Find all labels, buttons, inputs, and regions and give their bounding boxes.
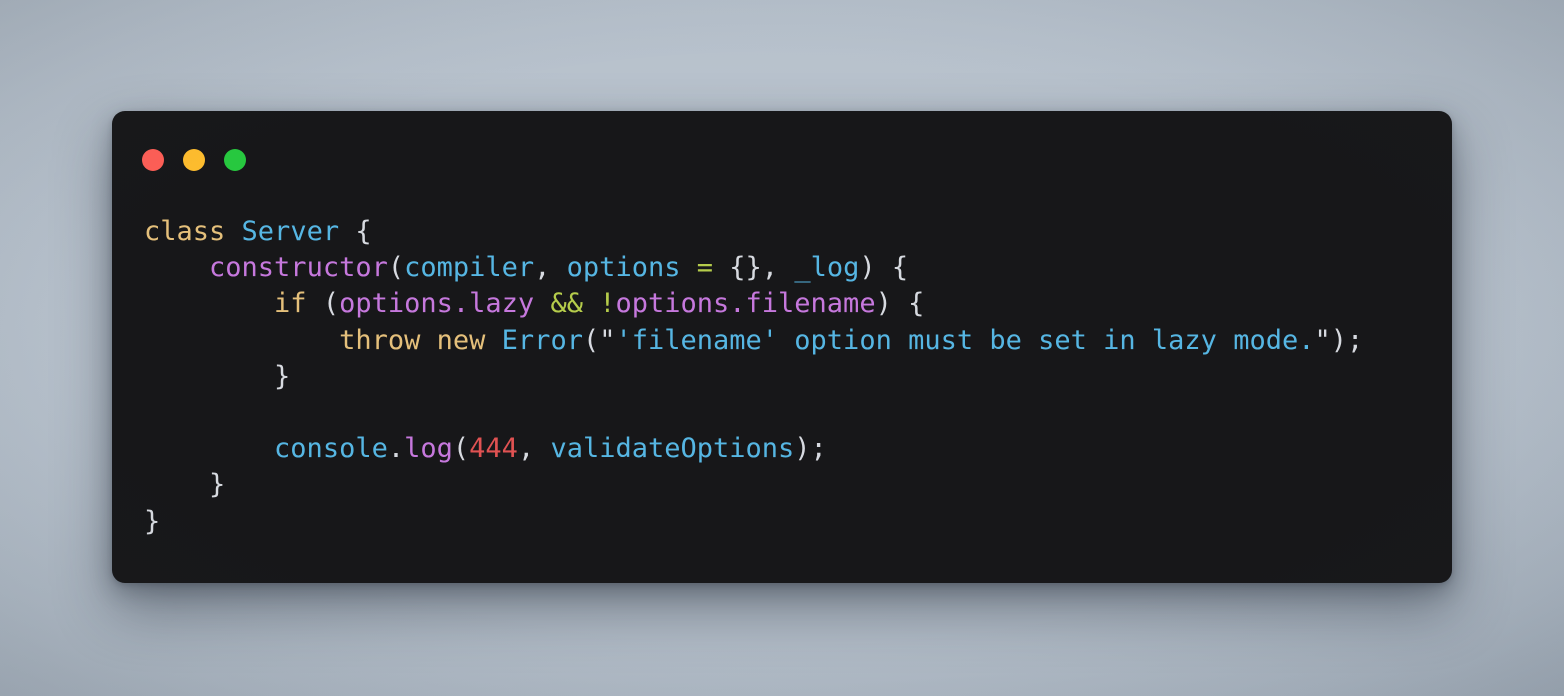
code-token: log — [404, 433, 453, 465]
code-line: constructor(compiler, options = {}, _log… — [144, 250, 1452, 286]
code-token: = — [696, 252, 713, 284]
code-token: , — [534, 252, 567, 284]
code-token: ! — [599, 288, 616, 320]
code-token: options — [566, 252, 681, 284]
code-token: validateOptions — [550, 433, 795, 465]
code-token: Error — [501, 324, 583, 356]
code-token: options.lazy — [339, 288, 535, 320]
code-line: } — [144, 467, 1452, 503]
code-token: && — [550, 288, 583, 320]
code-token: 'filename' option must be set in lazy mo… — [615, 324, 1315, 356]
code-token: , — [517, 433, 551, 465]
minimize-button-icon[interactable] — [183, 149, 205, 171]
code-token: ) — [859, 252, 876, 284]
code-token: " — [599, 324, 616, 356]
code-line: console.log(444, validateOptions); — [144, 431, 1452, 467]
window-titlebar[interactable] — [112, 111, 1452, 199]
screenshot-canvas: class Server { constructor(compiler, opt… — [0, 0, 1564, 696]
code-line: if (options.lazy && !options.filename) { — [144, 286, 1452, 322]
code-token: } — [144, 505, 161, 537]
traffic-light-buttons — [142, 149, 246, 171]
code-token: } — [209, 469, 226, 501]
code-token: if — [274, 288, 307, 320]
code-token: _log — [794, 252, 860, 284]
code-token: ) — [875, 288, 892, 320]
code-line: throw new Error("'filename' option must … — [144, 323, 1452, 359]
code-token: class — [144, 216, 226, 247]
code-token: Server — [241, 216, 340, 247]
code-token: ( — [582, 324, 600, 356]
code-token: ( — [387, 252, 405, 284]
code-token: ( — [452, 433, 470, 465]
code-token: ( — [322, 288, 340, 320]
code-line: } — [144, 504, 1452, 540]
code-token: { — [908, 288, 925, 320]
code-token: options.filename — [615, 288, 876, 320]
code-token: throw — [339, 324, 421, 356]
code-token: 444 — [469, 433, 518, 465]
code-window: class Server { constructor(compiler, opt… — [112, 111, 1452, 583]
code-token: constructor — [209, 252, 388, 284]
code-token: . — [387, 433, 405, 465]
code-token: new — [436, 324, 486, 356]
code-token: ); — [794, 433, 827, 465]
code-token: " — [1314, 324, 1331, 356]
maximize-button-icon[interactable] — [224, 149, 246, 171]
close-button-icon[interactable] — [142, 149, 164, 171]
code-token: console — [274, 433, 388, 465]
code-token: {}, — [729, 252, 779, 284]
code-editor-content[interactable]: class Server { constructor(compiler, opt… — [144, 214, 1452, 540]
code-token: ); — [1330, 324, 1364, 356]
code-line: class Server { — [144, 214, 1452, 250]
code-token: compiler — [404, 252, 535, 284]
code-token: { — [891, 252, 909, 284]
code-line: } — [144, 359, 1452, 395]
code-token: } — [274, 360, 291, 392]
code-token: { — [355, 216, 372, 247]
